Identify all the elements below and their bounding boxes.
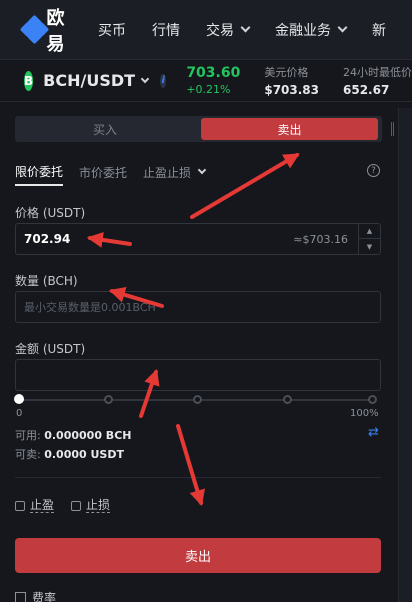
nav-item-label: 新 xyxy=(372,22,386,39)
usd-price-value: $703.83 xyxy=(264,83,319,97)
brand-name: 欧易 xyxy=(46,7,65,55)
slider-step-75[interactable] xyxy=(283,395,292,404)
checkbox-icon xyxy=(71,500,81,511)
nav-item-finance[interactable]: 金融业务 xyxy=(275,20,348,40)
slider-step-100[interactable] xyxy=(368,395,377,404)
fee-icon xyxy=(15,592,26,602)
pair-selector[interactable]: BCH/USDT xyxy=(43,71,150,90)
stop-loss-checkbox[interactable]: 止损 xyxy=(71,498,111,513)
price-change: +0.21% xyxy=(186,83,231,96)
nav-item-label: 买币 xyxy=(98,22,126,39)
usd-price-stat: 美元价格 $703.83 xyxy=(264,64,319,97)
slider-min-label: 0 xyxy=(16,408,23,419)
low-24h-stat: 24小时最低价 652.67 xyxy=(343,64,412,97)
sell-submit-button[interactable]: 卖出 xyxy=(15,538,381,573)
take-profit-checkbox[interactable]: 止盈 xyxy=(15,498,55,513)
side-panel-edge xyxy=(398,108,412,602)
section-divider xyxy=(15,477,381,478)
transfer-icon[interactable]: ⇄ xyxy=(368,425,379,440)
bch-coin-icon: B xyxy=(24,70,34,91)
low-24h-value: 652.67 xyxy=(343,83,390,97)
tab-limit-order[interactable]: 限价委托 xyxy=(15,158,64,186)
chevron-down-icon xyxy=(140,74,150,83)
take-profit-label: 止盈 xyxy=(30,498,55,513)
nav-item-new[interactable]: 新 xyxy=(372,20,386,40)
price-input[interactable] xyxy=(16,224,296,254)
quantity-input[interactable] xyxy=(16,292,356,322)
nav-item-label: 交易 xyxy=(206,22,234,39)
sellable-label: 可卖: xyxy=(15,448,41,461)
chevron-down-icon xyxy=(337,22,348,33)
available-value: 0.000000 BCH xyxy=(44,429,132,442)
slider-step-50[interactable] xyxy=(193,395,202,404)
buy-side-button[interactable]: 买入 xyxy=(15,116,195,142)
slider-step-25[interactable] xyxy=(104,395,113,404)
fee-rate[interactable]: 费率 xyxy=(15,589,56,602)
pair-name: BCH/USDT xyxy=(43,71,136,90)
okx-logo-icon xyxy=(19,14,50,44)
ticker-bar: B BCH/USDT i 703.60 +0.21% 美元价格 $703.83 … xyxy=(0,60,412,102)
slider-handle[interactable] xyxy=(14,394,24,404)
price-label: 价格 (USDT) xyxy=(15,206,86,220)
top-nav: 欧易 买币 行情 交易 金融业务 新 xyxy=(0,0,412,60)
nav-item-buy-crypto[interactable]: 买币 xyxy=(98,20,126,40)
checkbox-icon xyxy=(15,500,25,511)
amount-field xyxy=(15,359,381,391)
decrement-icon[interactable]: ▼ xyxy=(359,239,380,254)
nav-item-label: 金融业务 xyxy=(275,22,331,39)
price-field: ≈$703.16 ▲ ▼ xyxy=(15,223,381,255)
brand-logo[interactable]: 欧易 xyxy=(19,4,72,56)
usd-price-label: 美元价格 xyxy=(264,66,309,79)
increment-icon[interactable]: ▲ xyxy=(359,224,380,239)
last-price-block: 703.60 +0.21% xyxy=(186,65,240,96)
amount-input[interactable] xyxy=(16,360,356,390)
tab-market-order[interactable]: 市价委托 xyxy=(79,158,127,186)
nav-item-trade[interactable]: 交易 xyxy=(206,20,251,40)
available-label: 可用: xyxy=(15,429,41,442)
tab-label: 止盈止损 xyxy=(143,165,192,180)
tab-tp-sl[interactable]: 止盈止损 xyxy=(143,158,207,186)
quantity-label: 数量 (BCH) xyxy=(15,274,78,288)
tab-label: 市价委托 xyxy=(79,165,128,180)
nav-item-markets[interactable]: 行情 xyxy=(152,20,180,40)
slider-max-label: 100% xyxy=(350,408,379,419)
tab-label: 限价委托 xyxy=(15,164,64,179)
coin-symbol: B xyxy=(24,73,34,88)
available-balance: 可用: 0.000000 BCH xyxy=(15,427,131,443)
price-usd-hint: ≈$703.16 xyxy=(293,233,348,246)
info-icon[interactable]: i xyxy=(160,73,167,88)
fee-label: 费率 xyxy=(32,591,57,602)
side-toggle: 买入 卖出 xyxy=(15,116,382,142)
last-price: 703.60 xyxy=(186,65,241,81)
sell-side-button[interactable]: 卖出 xyxy=(201,118,378,140)
amount-label: 金额 (USDT) xyxy=(15,342,86,356)
chevron-down-icon xyxy=(197,165,207,175)
sellable-value: 0.0000 USDT xyxy=(44,448,124,461)
chevron-down-icon xyxy=(240,22,251,33)
low-24h-label: 24小时最低价 xyxy=(343,66,412,79)
sellable-balance: 可卖: 0.0000 USDT xyxy=(15,446,124,462)
stop-loss-label: 止损 xyxy=(86,498,111,513)
price-stepper: ▲ ▼ xyxy=(358,224,380,254)
resize-handle[interactable] xyxy=(391,122,394,136)
help-icon[interactable]: ? xyxy=(367,164,380,177)
nav-item-label: 行情 xyxy=(152,22,180,39)
quantity-field xyxy=(15,291,381,323)
order-type-tabs: 限价委托 市价委托 止盈止损 ? xyxy=(15,158,382,186)
